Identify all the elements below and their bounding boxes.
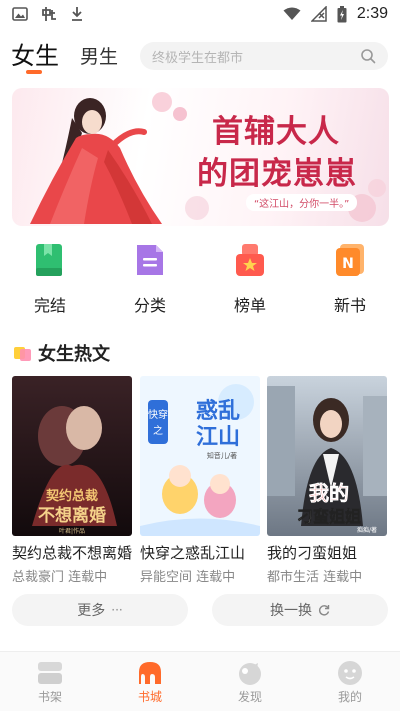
svg-text:契约总裁: 契约总裁	[45, 488, 98, 504]
more-label: 更多	[77, 603, 106, 619]
svg-text:我的: 我的	[309, 481, 349, 505]
wifi-icon	[283, 7, 301, 20]
nav-label: 书架	[37, 690, 62, 704]
new-book-icon: N	[336, 244, 364, 276]
entry-category[interactable]: 分类	[100, 240, 200, 320]
bug-icon	[42, 7, 56, 21]
quick-entries: 完结 分类 榜单 N 新书	[0, 240, 400, 320]
book-meta: 总裁豪门 连载中	[12, 570, 108, 585]
svg-text:江山: 江山	[196, 425, 240, 450]
svg-text:知音儿/著: 知音儿/著	[207, 451, 237, 460]
nav-label: 我的	[337, 690, 362, 704]
cover-art: 契约总裁 不想离婚 叶君|作品	[12, 376, 132, 536]
svg-text:之: 之	[153, 424, 163, 437]
refresh-label: 换一换	[270, 603, 312, 619]
svg-text:N: N	[342, 256, 354, 272]
section-icon	[14, 347, 31, 361]
entry-label: 分类	[133, 296, 166, 315]
status-bar: 2:39	[0, 0, 400, 28]
tab-girl[interactable]: 女生	[11, 36, 59, 71]
nav-bookstore[interactable]: 书城	[100, 652, 200, 711]
nav-profile[interactable]: 我的	[300, 652, 400, 711]
entry-label: 榜单	[233, 296, 266, 315]
section-title: 女生热文	[38, 344, 110, 365]
app-screen: 2:39 女生 男生 终极学生在都市 首辅大人 的团宠崽崽 “这江山，分你一半。…	[0, 0, 400, 711]
refresh-button[interactable]: 换一换	[212, 594, 388, 626]
gallery-icon	[12, 7, 28, 21]
tab-boy[interactable]: 男生	[80, 42, 118, 69]
entry-completed[interactable]: 完结	[0, 240, 100, 320]
book-list: 契约总裁 不想离婚 叶君|作品 契约总裁不想离婚 总裁豪门 连载中 惑乱 江山 …	[12, 376, 388, 586]
cover-art: 惑乱 江山 快穿 之 知音儿/著	[140, 376, 260, 536]
svg-text:痴痴/著: 痴痴/著	[357, 526, 377, 534]
discover-icon	[239, 663, 261, 685]
entry-label: 完结	[33, 296, 66, 315]
svg-text:不想离婚: 不想离婚	[38, 505, 106, 526]
no-signal-icon	[310, 6, 327, 22]
header: 女生 男生 终极学生在都市	[0, 34, 400, 78]
nav-bookshelf[interactable]: 书架	[0, 652, 100, 711]
book-meta: 都市生活 连载中	[267, 570, 363, 585]
cover-art: 我的 刁蛮姐姐 痴痴/著	[267, 376, 387, 536]
search-icon[interactable]	[360, 48, 376, 64]
ranking-icon	[236, 244, 264, 276]
bottom-nav: 书架 书城 发现 我的	[0, 651, 400, 711]
book-icon	[36, 244, 62, 276]
refresh-icon	[318, 605, 330, 616]
category-icon	[137, 245, 163, 275]
active-tab-indicator	[26, 70, 42, 74]
svg-text:快穿: 快穿	[148, 408, 168, 421]
promo-banner[interactable]: 首辅大人 的团宠崽崽 “这江山，分你一半。”	[12, 88, 389, 226]
clock: 2:39	[356, 5, 388, 22]
entry-new-books[interactable]: N 新书	[300, 240, 400, 320]
search-placeholder: 终极学生在都市	[152, 50, 244, 66]
book-title: 契约总裁不想离婚	[12, 544, 133, 562]
search-box[interactable]: 终极学生在都市	[140, 42, 388, 70]
book-title: 我的刁蛮姐姐	[267, 544, 358, 562]
book-meta: 异能空间 连载中	[140, 570, 236, 585]
entry-label: 新书	[333, 296, 366, 315]
more-dots-icon: ···	[111, 603, 123, 617]
bookstore-icon	[139, 662, 161, 684]
svg-text:刁蛮姐姐: 刁蛮姐姐	[297, 507, 361, 526]
entry-ranking[interactable]: 榜单	[200, 240, 300, 320]
download-icon	[72, 7, 82, 21]
book-cover[interactable]: 契约总裁 不想离婚 叶君|作品	[12, 376, 132, 536]
section-header: 女生热文	[14, 340, 110, 366]
banner-subtitle: “这江山，分你一半。”	[246, 194, 358, 211]
svg-text:惑乱: 惑乱	[196, 399, 240, 424]
book-cover[interactable]: 惑乱 江山 快穿 之 知音儿/著	[140, 376, 260, 536]
profile-icon	[338, 661, 362, 685]
book-cover[interactable]: 我的 刁蛮姐姐 痴痴/著	[267, 376, 387, 536]
svg-text:叶君|作品: 叶君|作品	[59, 527, 85, 535]
battery-icon	[337, 5, 347, 22]
nav-discover[interactable]: 发现	[200, 652, 300, 711]
book-title: 快穿之惑乱江山	[140, 544, 246, 562]
nav-label: 发现	[237, 690, 262, 704]
banner-title-line1: 首辅大人	[212, 114, 340, 150]
more-button[interactable]: 更多 ···	[12, 594, 188, 626]
banner-title-line2: 的团宠崽崽	[197, 156, 357, 192]
nav-label: 书城	[137, 690, 162, 704]
bookshelf-icon	[38, 662, 62, 684]
